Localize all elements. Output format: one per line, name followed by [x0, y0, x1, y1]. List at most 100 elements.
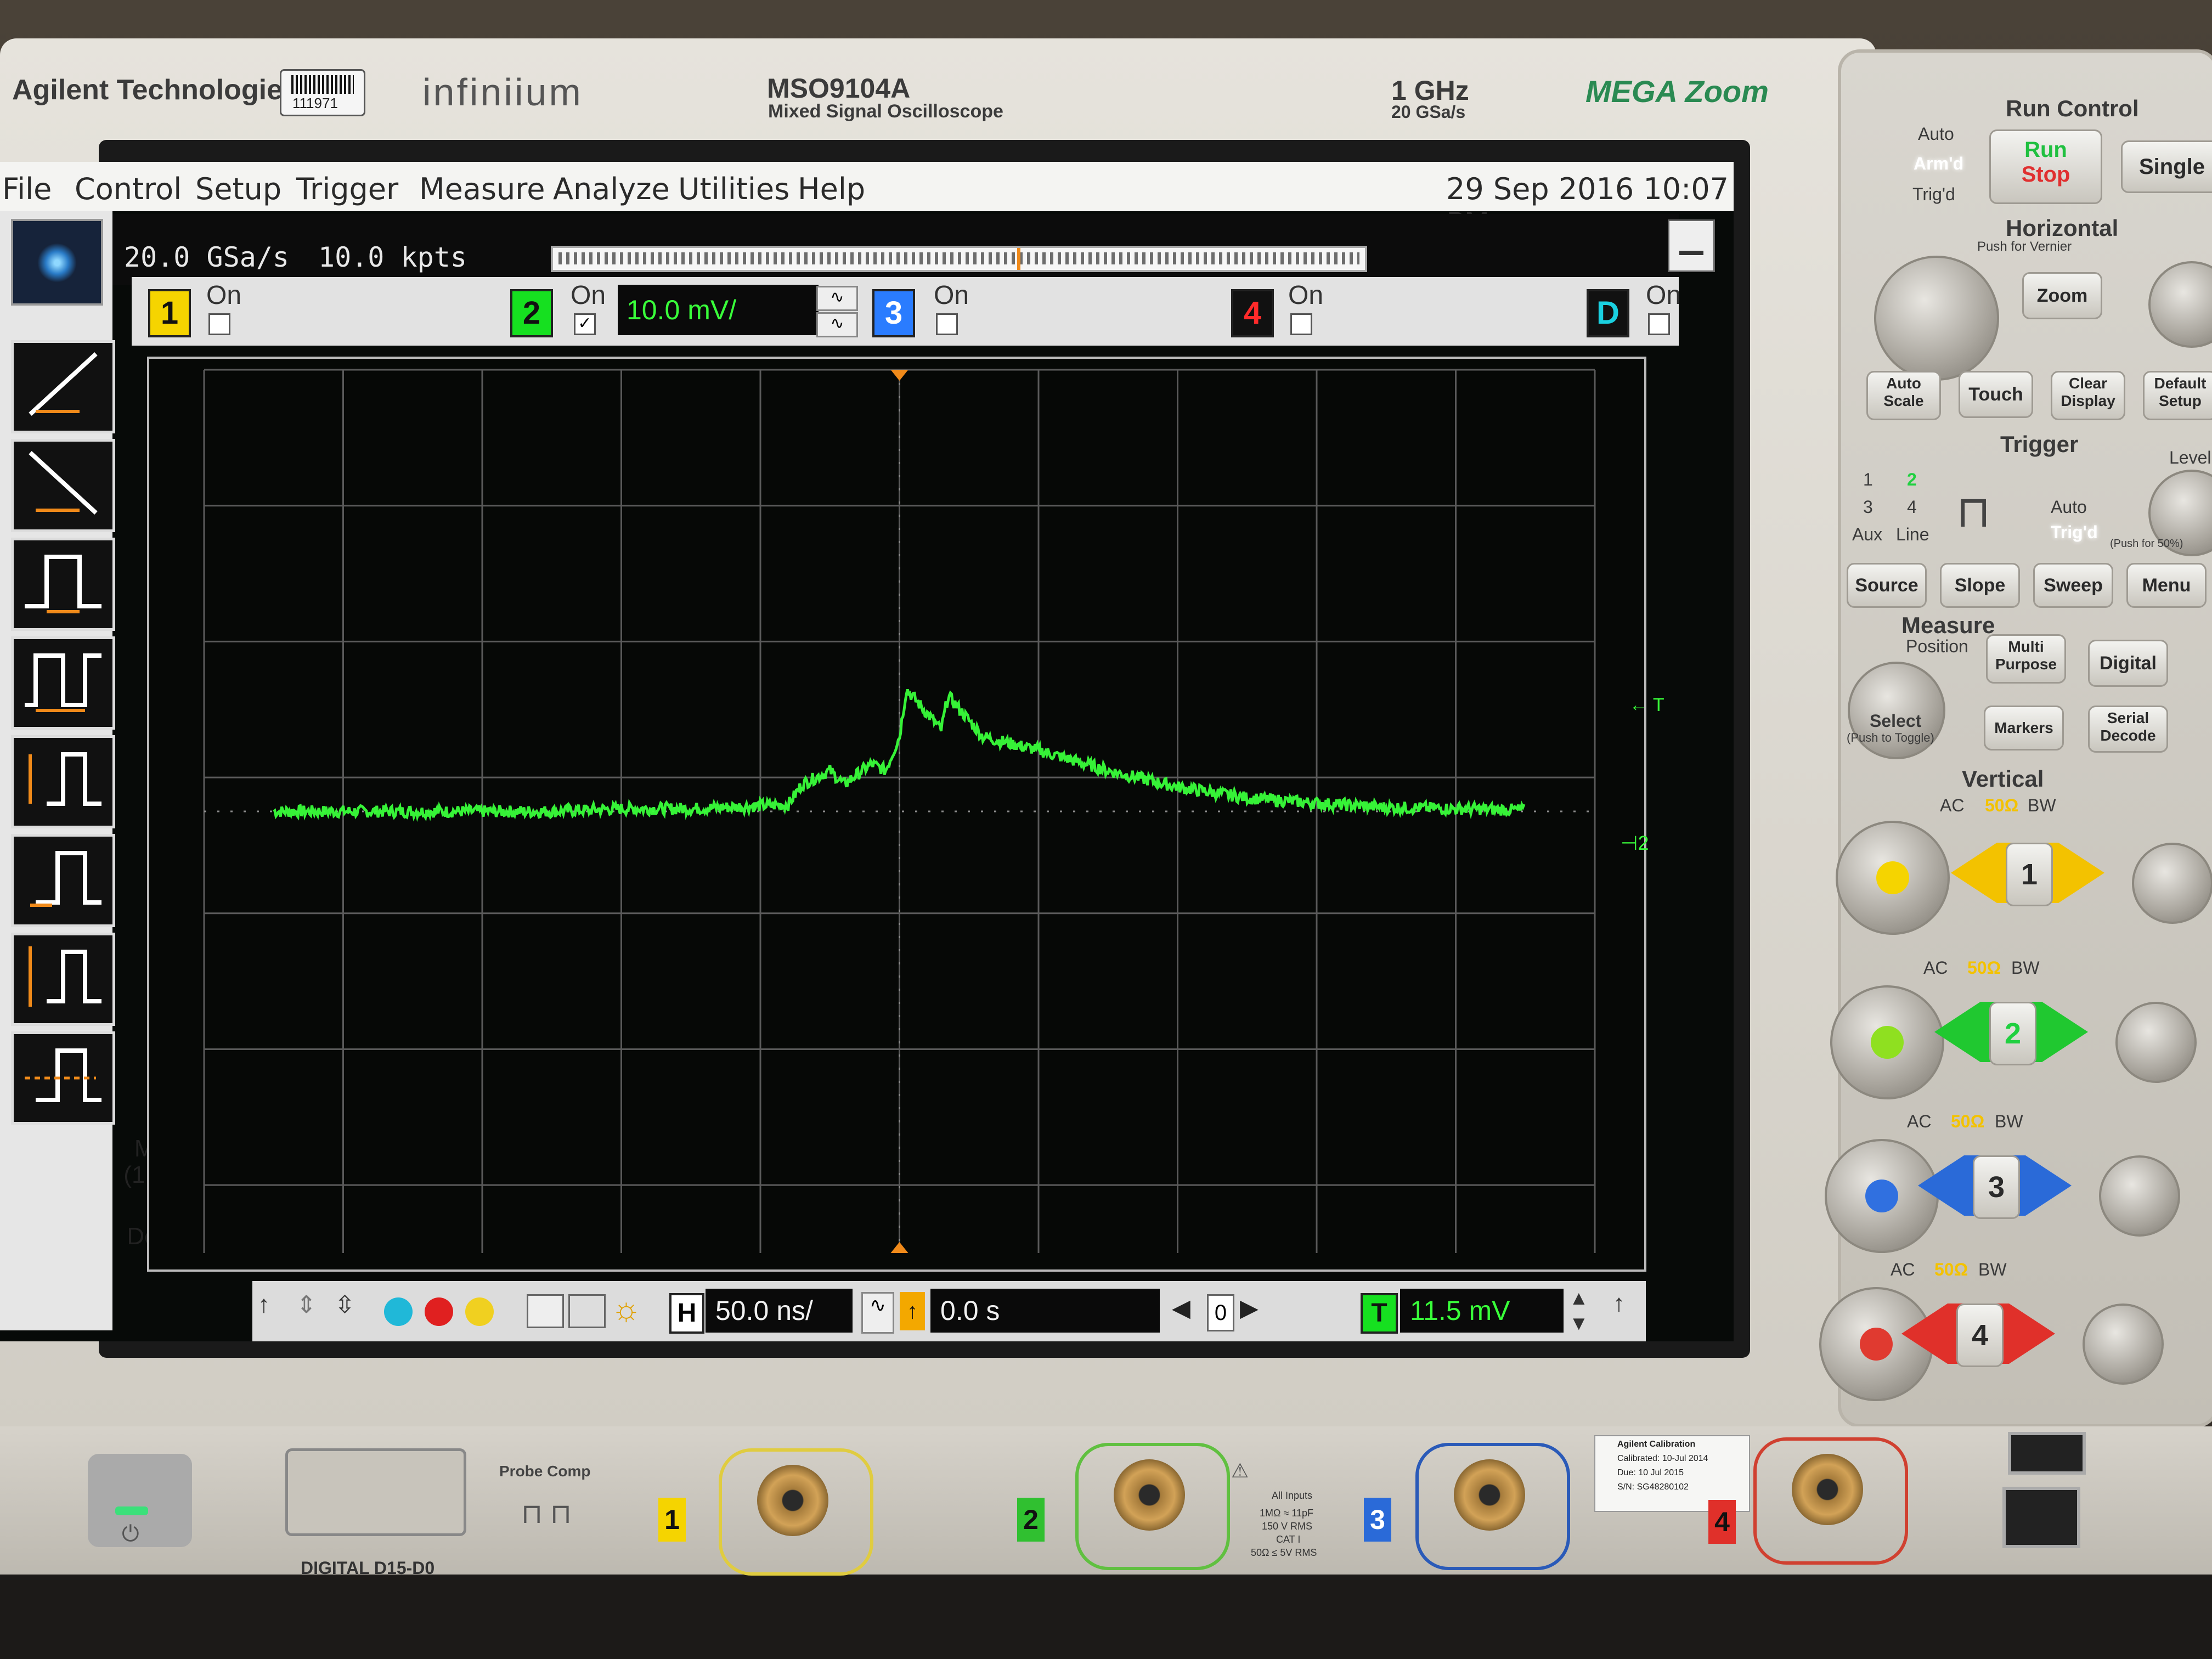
pointer-icon[interactable]: ↑	[1613, 1290, 1625, 1317]
digital-connector[interactable]	[285, 1448, 466, 1536]
trigger-source-aux: Aux	[1852, 524, 1883, 544]
waveform-display[interactable]	[147, 357, 1646, 1272]
horizontal-position-knob[interactable]	[2148, 261, 2212, 348]
trigger-level[interactable]: 11.5 mV	[1400, 1289, 1564, 1333]
menu-analyze[interactable]: Analyze	[553, 172, 670, 206]
channel-2-scale[interactable]: 10.0 mV/	[618, 285, 819, 335]
channel-4-checkbox[interactable]	[1290, 313, 1312, 335]
channel-4-badge[interactable]: 4	[1231, 289, 1274, 337]
trigger-falling-edge-tool[interactable]	[11, 439, 115, 532]
clear-display-button[interactable]: Clear Display	[2051, 371, 2125, 420]
color-red-icon[interactable]	[425, 1297, 453, 1326]
probe-comp-terminals-icon[interactable]: ⊓ ⊓	[521, 1498, 572, 1530]
zoom-mode-icon[interactable]: ∿	[861, 1292, 894, 1334]
peak-to-peak-tool[interactable]	[11, 933, 115, 1026]
trigger-menu-button[interactable]: Menu	[2126, 563, 2207, 608]
color-yellow-icon[interactable]	[465, 1297, 494, 1326]
overview-trigger-marker	[1017, 248, 1020, 270]
markers-button[interactable]: Markers	[1984, 706, 2064, 751]
input-1-bnc[interactable]	[757, 1465, 828, 1536]
input-4-bnc[interactable]	[1792, 1454, 1863, 1525]
waveform-overview[interactable]	[551, 246, 1367, 272]
run-stop-button[interactable]: Run Stop	[1989, 129, 2102, 204]
input-3-bnc[interactable]	[1454, 1459, 1525, 1531]
delay-right-arrow[interactable]: ▶	[1240, 1294, 1259, 1322]
amplitude-tool[interactable]	[11, 735, 115, 828]
ch4-ac-label: AC	[1891, 1260, 1915, 1279]
ch2-select-button[interactable]: 2	[1989, 1002, 2036, 1065]
input-spec-impedance: 1MΩ ≈ 11pF	[1260, 1508, 1314, 1519]
horizontal-scale-knob[interactable]	[1874, 256, 1999, 381]
power-icon[interactable]: ⏻	[122, 1522, 139, 1547]
period-tool[interactable]	[11, 636, 115, 730]
serial-decode-button[interactable]: Serial Decode	[2088, 706, 2168, 753]
zoom-arrows-icon[interactable]: ⇳	[335, 1291, 355, 1319]
horizontal-scale[interactable]: 50.0 ns/	[706, 1289, 853, 1333]
delay-reference-icon[interactable]: ↑	[900, 1292, 925, 1330]
auto-scale-button[interactable]: Auto Scale	[1866, 371, 1941, 420]
channel-2-badge[interactable]: 2	[510, 289, 553, 337]
horizontal-delay[interactable]: 0.0 s	[930, 1289, 1160, 1333]
channel-1-badge[interactable]: 1	[148, 289, 191, 337]
digital-channel-checkbox[interactable]	[1648, 313, 1670, 335]
menu-help[interactable]: Help	[798, 172, 865, 206]
cursor-icon[interactable]: ↑	[258, 1291, 270, 1318]
ch1-scale-knob[interactable]	[1836, 821, 1950, 935]
menu-control[interactable]: Control	[75, 172, 182, 206]
channel-3-checkbox[interactable]	[936, 313, 958, 335]
single-button[interactable]: Single	[2121, 140, 2212, 193]
channel-2-checkbox[interactable]: ✓	[574, 313, 596, 335]
trigger-level-down-icon[interactable]: ▼	[1569, 1312, 1589, 1335]
trigger-source-2: 2	[1907, 470, 1917, 489]
menu-utilities[interactable]: Utilities	[678, 172, 789, 206]
trigger-source-line: Line	[1896, 524, 1929, 544]
ch4-scale-knob[interactable]	[1819, 1287, 1933, 1401]
usb-port-top[interactable]	[2008, 1432, 2086, 1475]
menu-measure[interactable]: Measure	[419, 172, 545, 206]
agilent-spark-icon[interactable]	[11, 219, 103, 306]
trigger-rising-edge-tool[interactable]	[11, 340, 115, 433]
menu-file[interactable]: File	[2, 172, 52, 206]
arrows-icon[interactable]: ⇕	[296, 1291, 317, 1319]
delay-reference-value[interactable]: 0	[1207, 1294, 1234, 1331]
ch4-bw-label: BW	[1978, 1260, 2007, 1279]
default-setup-button[interactable]: Default Setup	[2143, 371, 2212, 420]
screenshot-icon[interactable]	[527, 1294, 564, 1328]
brightness-icon[interactable]: ☼	[611, 1290, 641, 1328]
menu-trigger[interactable]: Trigger	[296, 172, 398, 206]
ch3-select-button[interactable]: 3	[1973, 1155, 2020, 1219]
print-icon[interactable]	[568, 1294, 606, 1328]
menu-setup[interactable]: Setup	[195, 172, 281, 206]
trigger-slope-button[interactable]: Slope	[1940, 563, 2020, 608]
ch4-select-button[interactable]: 4	[1956, 1304, 2004, 1367]
delay-left-arrow[interactable]: ◀	[1172, 1294, 1190, 1322]
ch1-select-button[interactable]: 1	[2006, 843, 2053, 906]
touch-button[interactable]: Touch	[1959, 371, 2033, 418]
ch3-scale-knob[interactable]	[1825, 1139, 1939, 1253]
minimize-button[interactable]	[1668, 219, 1715, 272]
trigger-source-button[interactable]: Source	[1847, 563, 1927, 608]
zoom-button[interactable]: Zoom	[2022, 272, 2102, 319]
ch2-scale-knob[interactable]	[1830, 985, 1944, 1099]
ch2-offset-knob[interactable]	[2115, 1002, 2197, 1083]
color-cyan-icon[interactable]	[384, 1297, 413, 1326]
input-2-bnc[interactable]	[1114, 1459, 1185, 1531]
ch4-offset-knob[interactable]	[2083, 1304, 2164, 1385]
usb-port-bottom[interactable]	[2002, 1487, 2080, 1548]
digital-channel-badge[interactable]: D	[1587, 289, 1629, 337]
ch1-offset-knob[interactable]	[2132, 843, 2212, 924]
trigger-sweep-button[interactable]: Sweep	[2033, 563, 2113, 608]
trigger-auto-indicator: Auto	[2051, 497, 2087, 517]
pulse-width-tool[interactable]	[11, 538, 115, 631]
delta-time-tool[interactable]	[11, 1031, 115, 1125]
channel-2-coupling-icon[interactable]: ∿	[816, 286, 858, 311]
channel-3-badge[interactable]: 3	[872, 289, 915, 337]
trigger-level-up-icon[interactable]: ▲	[1569, 1286, 1589, 1310]
ch3-offset-knob[interactable]	[2099, 1155, 2180, 1237]
digital-button[interactable]: Digital	[2088, 640, 2168, 687]
channel-1-checkbox[interactable]	[208, 313, 230, 335]
channel-2-invert-icon[interactable]: ∿	[816, 312, 858, 337]
ch2-ac-label: AC	[1923, 958, 1948, 978]
multi-purpose-button[interactable]: Multi Purpose	[1986, 634, 2066, 684]
top-level-tool[interactable]	[11, 834, 115, 927]
